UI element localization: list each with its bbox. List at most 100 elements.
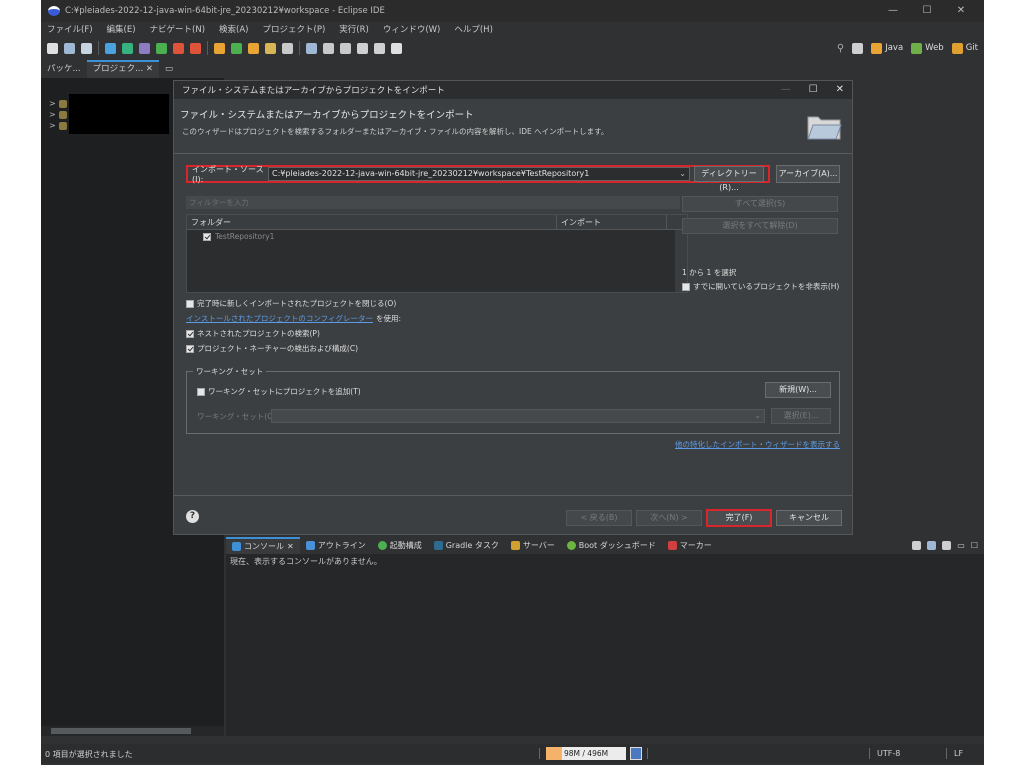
new-console-icon[interactable] xyxy=(942,541,952,550)
column-folder[interactable]: フォルダー xyxy=(187,215,557,229)
toolbar-separator xyxy=(98,41,99,55)
help-icon[interactable]: ? xyxy=(186,510,199,523)
cancel-button[interactable]: キャンセル xyxy=(776,510,842,526)
maximize-view-icon[interactable]: ☐ xyxy=(971,541,978,550)
tab-console[interactable]: コンソール ✕ xyxy=(226,537,300,554)
archive-button[interactable]: アーカイブ(A)... xyxy=(776,165,840,183)
perspective-git[interactable]: Git xyxy=(951,42,978,54)
garbage-collect-icon[interactable] xyxy=(630,747,642,760)
column-import[interactable]: インポート xyxy=(557,215,667,229)
run-config-icon[interactable] xyxy=(156,42,167,54)
menu-run[interactable]: 実行(R) xyxy=(339,23,369,35)
detect-nature-option[interactable]: プロジェクト・ネーチャーの検出および構成(C) xyxy=(186,343,358,354)
launch-icon xyxy=(377,541,387,550)
hide-open-checkbox[interactable] xyxy=(682,282,690,291)
configurators-link[interactable]: インストールされたプロジェクトのコンフィグレーター xyxy=(186,313,373,324)
detect-nature-checkbox[interactable] xyxy=(186,344,194,353)
dialog-minimize-button[interactable]: — xyxy=(781,81,791,99)
back-icon[interactable] xyxy=(357,42,368,54)
dialog-close-button[interactable]: ✕ xyxy=(836,81,844,99)
maximize-button[interactable]: ☐ xyxy=(910,0,944,22)
dialog-header: ファイル・システムまたはアーカイブからプロジェクトをインポート このウィザードは… xyxy=(174,99,852,154)
minimize-view-icon[interactable]: ▭ xyxy=(159,60,179,78)
server-icon xyxy=(510,541,520,550)
title-bar: C:¥pleiades-2022-12-java-win-64bit-jre_2… xyxy=(41,0,984,22)
tab-gradle-tasks[interactable]: Gradle タスク xyxy=(428,537,505,554)
tab-boot-dashboard[interactable]: Boot ダッシュボード xyxy=(561,537,662,554)
menu-project[interactable]: プロジェクト(P) xyxy=(263,23,326,35)
row-checkbox[interactable] xyxy=(203,232,211,241)
other-import-wizards-link[interactable]: 他の特化したインポート・ウィザードを表示する xyxy=(675,439,840,450)
tab-markers[interactable]: マーカー xyxy=(662,537,718,554)
chevron-down-icon[interactable]: ⌄ xyxy=(754,411,761,420)
new-working-set-button[interactable]: 新規(W)... xyxy=(765,382,831,398)
close-new-checkbox[interactable] xyxy=(186,299,194,308)
search-nested-option[interactable]: ネストされたプロジェクトの検索(P) xyxy=(186,328,320,339)
menu-edit[interactable]: 編集(E) xyxy=(107,23,136,35)
back-button[interactable]: < 戻る(B) xyxy=(566,510,632,526)
horizontal-scrollbar[interactable] xyxy=(41,726,224,736)
pin-editor-icon[interactable] xyxy=(391,42,402,54)
search-nested-checkbox[interactable] xyxy=(186,329,194,338)
add-working-set-checkbox[interactable] xyxy=(197,387,205,396)
open-type-icon[interactable] xyxy=(248,42,259,54)
save-icon[interactable] xyxy=(64,42,75,54)
save-all-icon[interactable] xyxy=(81,42,92,54)
select-working-set-button[interactable]: 選択(E)... xyxy=(771,408,831,424)
search-icon[interactable]: ⚲ xyxy=(837,43,844,54)
directory-button[interactable]: ディレクトリー(R)... xyxy=(694,166,764,192)
open-console-icon[interactable] xyxy=(912,541,922,550)
next-button[interactable]: 次へ(N) > xyxy=(636,510,702,526)
run-icon[interactable] xyxy=(122,42,133,54)
tab-project-explorer[interactable]: プロジェク... ✕ xyxy=(86,60,160,78)
new-class-icon[interactable] xyxy=(231,42,242,54)
chevron-down-icon[interactable]: ⌄ xyxy=(679,168,686,180)
heap-status[interactable]: 98M / 496M xyxy=(546,747,626,760)
menu-help[interactable]: ヘルプ(H) xyxy=(454,23,493,35)
server-icon[interactable] xyxy=(190,42,201,54)
encoding-status[interactable]: UTF-8 xyxy=(877,749,900,758)
menu-file[interactable]: ファイル(F) xyxy=(47,23,93,35)
display-console-icon[interactable] xyxy=(927,541,937,550)
close-icon[interactable]: ✕ xyxy=(287,542,294,551)
new-java-project-icon[interactable] xyxy=(214,42,225,54)
menu-window[interactable]: ウィンドウ(W) xyxy=(383,23,441,35)
annotation-icon[interactable] xyxy=(306,42,317,54)
deselect-all-button[interactable]: 選択をすべて解除(D) xyxy=(682,218,838,234)
table-row[interactable]: TestRepository1 xyxy=(187,230,687,243)
line-ending-status[interactable]: LF xyxy=(954,749,963,758)
tab-launch-config[interactable]: 起動構成 xyxy=(372,537,428,554)
working-set-combo[interactable]: ⌄ xyxy=(271,409,765,423)
hide-open-projects-option[interactable]: すでに開いているプロジェクトを非表示(H) xyxy=(682,281,839,292)
filter-input[interactable]: フィルターを入力 xyxy=(186,196,680,209)
open-perspective-icon[interactable] xyxy=(852,42,864,54)
tab-package-explorer[interactable]: パッケ... xyxy=(41,60,87,78)
forward-icon[interactable] xyxy=(374,42,385,54)
new-icon[interactable] xyxy=(47,42,58,54)
last-edit-icon[interactable] xyxy=(340,42,351,54)
coverage-icon[interactable] xyxy=(139,42,150,54)
minimize-button[interactable]: — xyxy=(876,0,910,22)
close-window-button[interactable]: ✕ xyxy=(944,0,978,22)
close-new-projects-option[interactable]: 完了時に新しくインポートされたプロジェクトを閉じる(O) xyxy=(186,298,396,309)
search-tool-icon[interactable] xyxy=(282,42,293,54)
external-tools-icon[interactable] xyxy=(173,42,184,54)
menu-search[interactable]: 検索(A) xyxy=(219,23,248,35)
project-icon xyxy=(58,99,67,108)
import-source-combo[interactable]: C:¥pleiades-2022-12-java-win-64bit-jre_2… xyxy=(268,167,690,181)
java-perspective-icon xyxy=(871,42,883,54)
perspective-java[interactable]: Java xyxy=(871,42,903,54)
perspective-web[interactable]: Web xyxy=(911,42,944,54)
open-task-icon[interactable] xyxy=(265,42,276,54)
finish-button[interactable]: 完了(F) xyxy=(706,509,772,527)
menu-navigate[interactable]: ナビゲート(N) xyxy=(150,23,206,35)
minimize-view-icon[interactable]: ▭ xyxy=(957,541,965,550)
add-to-working-set-option[interactable]: ワーキング・セットにプロジェクトを追加(T) xyxy=(197,386,361,397)
tab-outline[interactable]: アウトライン xyxy=(300,537,372,554)
select-all-button[interactable]: すべて選択(S) xyxy=(682,196,838,212)
scrollbar-thumb[interactable] xyxy=(51,728,191,734)
debug-icon[interactable] xyxy=(105,42,116,54)
toggle-icon[interactable] xyxy=(323,42,334,54)
tab-servers[interactable]: サーバー xyxy=(505,537,561,554)
dialog-maximize-button[interactable]: ☐ xyxy=(809,81,818,99)
